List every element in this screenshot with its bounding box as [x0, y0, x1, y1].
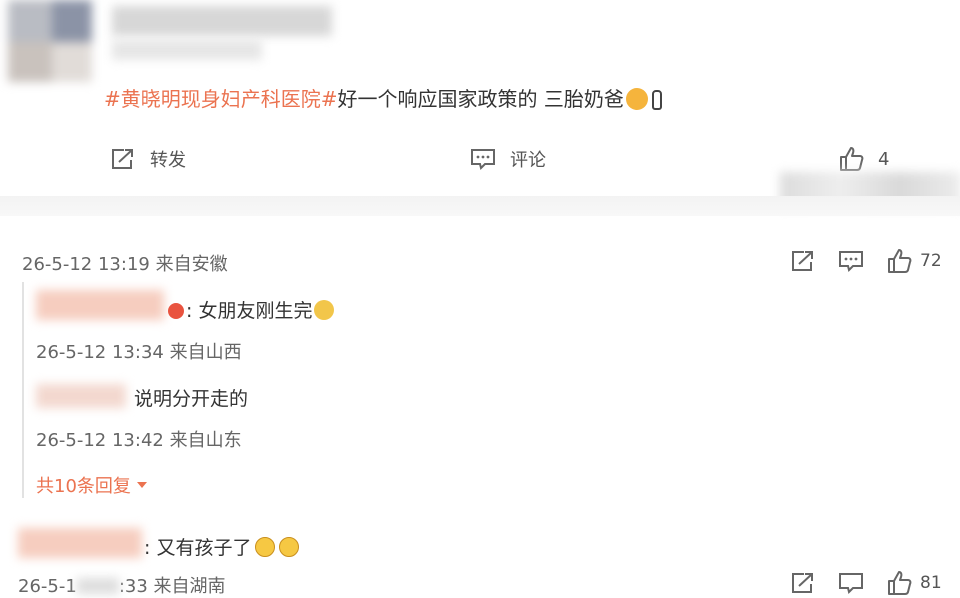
comment-actions: 81: [790, 570, 942, 596]
post-text: #黄晓明现身妇产科医院#好一个响应国家政策的 三胎奶爸: [104, 84, 662, 114]
comment-text: : 又有孩子了: [144, 533, 300, 560]
like-button[interactable]: 4: [838, 146, 889, 172]
comment-like-button[interactable]: 81: [886, 570, 942, 596]
bottle-emoji-icon: [651, 90, 662, 110]
username-blurred[interactable]: [112, 6, 332, 36]
post-body: 好一个响应国家政策的 三胎奶爸: [337, 87, 624, 111]
post-hashtag[interactable]: #黄晓明现身妇产科医院#: [104, 87, 338, 111]
more-replies-link[interactable]: 共10条回复: [36, 472, 147, 498]
repost-label: 转发: [150, 150, 186, 171]
smile-emoji-icon: [625, 88, 648, 110]
reply-text: 说明分开走的: [134, 388, 249, 410]
reply-text: : 女朋友刚生完: [168, 296, 335, 323]
comment-icon: [471, 149, 495, 170]
reply-thread: : 女朋友刚生完 26-5-12 13:34 来自山西 说明分开走的 26-5-…: [22, 282, 960, 498]
reply-timestamp: 26-5-12 13:42 来自山东: [36, 430, 242, 451]
member-badge-icon: [168, 303, 184, 319]
repost-icon[interactable]: [790, 249, 816, 273]
chevron-down-icon: [136, 482, 147, 488]
like-icon: [888, 249, 912, 273]
reply-author-blurred[interactable]: [36, 384, 126, 408]
comment-label: 评论: [510, 150, 546, 171]
reply-timestamp: 26-5-12 13:34 来自山西: [36, 342, 242, 363]
emoji-icon: [314, 300, 335, 320]
divider: [0, 196, 960, 216]
repost-button[interactable]: 转发: [110, 146, 186, 172]
comment-button[interactable]: 评论: [470, 146, 546, 172]
like-icon: [840, 147, 864, 171]
comment-like-count: 72: [920, 251, 942, 271]
like-icon: [888, 571, 912, 595]
comment-like-count: 81: [920, 573, 942, 593]
comment-timestamp: 26-5-12 13:19 来自安徽: [22, 254, 228, 275]
comment-timestamp: 26-5-1:33 来自湖南: [18, 576, 226, 597]
reply-author-blurred[interactable]: [36, 290, 164, 320]
comment-actions: 72: [790, 248, 942, 274]
laugh-emoji-icon: [279, 537, 300, 557]
top-post: #黄晓明现身妇产科医院#好一个响应国家政策的 三胎奶爸 转发 评论 4: [0, 0, 960, 208]
comment-author-blurred[interactable]: [18, 528, 142, 558]
thread-line: [22, 282, 24, 498]
like-count: 4: [878, 148, 890, 170]
laugh-emoji-icon: [255, 537, 276, 557]
comment-icon[interactable]: [838, 571, 864, 595]
avatar[interactable]: [8, 0, 92, 82]
comment-icon[interactable]: [838, 249, 864, 273]
repost-icon[interactable]: [790, 571, 816, 595]
post-meta-blurred: [112, 40, 262, 60]
repost-icon: [112, 149, 133, 169]
comment-like-button[interactable]: 72: [886, 248, 942, 274]
